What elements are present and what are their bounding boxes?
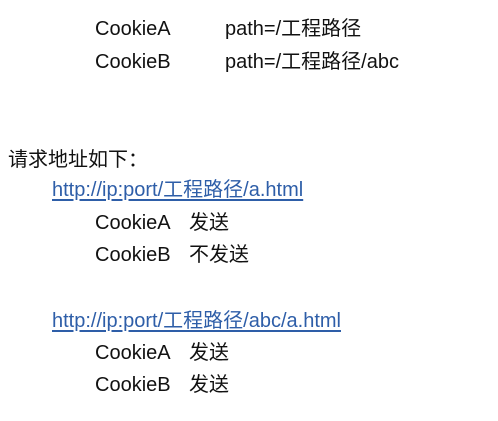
request-url-link[interactable]: http://ip:port/工程路径/abc/a.html <box>52 308 341 334</box>
result-status: 不发送 <box>189 244 249 266</box>
result-status: 发送 <box>189 342 229 364</box>
result-cookie-name: CookieA <box>95 212 171 234</box>
request-url-link[interactable]: http://ip:port/工程路径/a.html <box>52 177 303 203</box>
requests-heading: 请求地址如下： <box>8 149 148 171</box>
result-cookie-name: CookieB <box>95 374 171 396</box>
cookie-b-path: path=/工程路径/abc <box>225 51 399 73</box>
result-status: 发送 <box>189 212 229 234</box>
cookie-a-path: path=/工程路径 <box>225 18 362 40</box>
cookie-a-name: CookieA <box>95 18 171 40</box>
cookie-b-name: CookieB <box>95 51 171 73</box>
result-cookie-name: CookieB <box>95 244 171 266</box>
result-cookie-name: CookieA <box>95 342 171 364</box>
document-page: CookieA path=/工程路径 CookieB path=/工程路径/ab… <box>0 0 498 421</box>
result-status: 发送 <box>189 374 229 396</box>
